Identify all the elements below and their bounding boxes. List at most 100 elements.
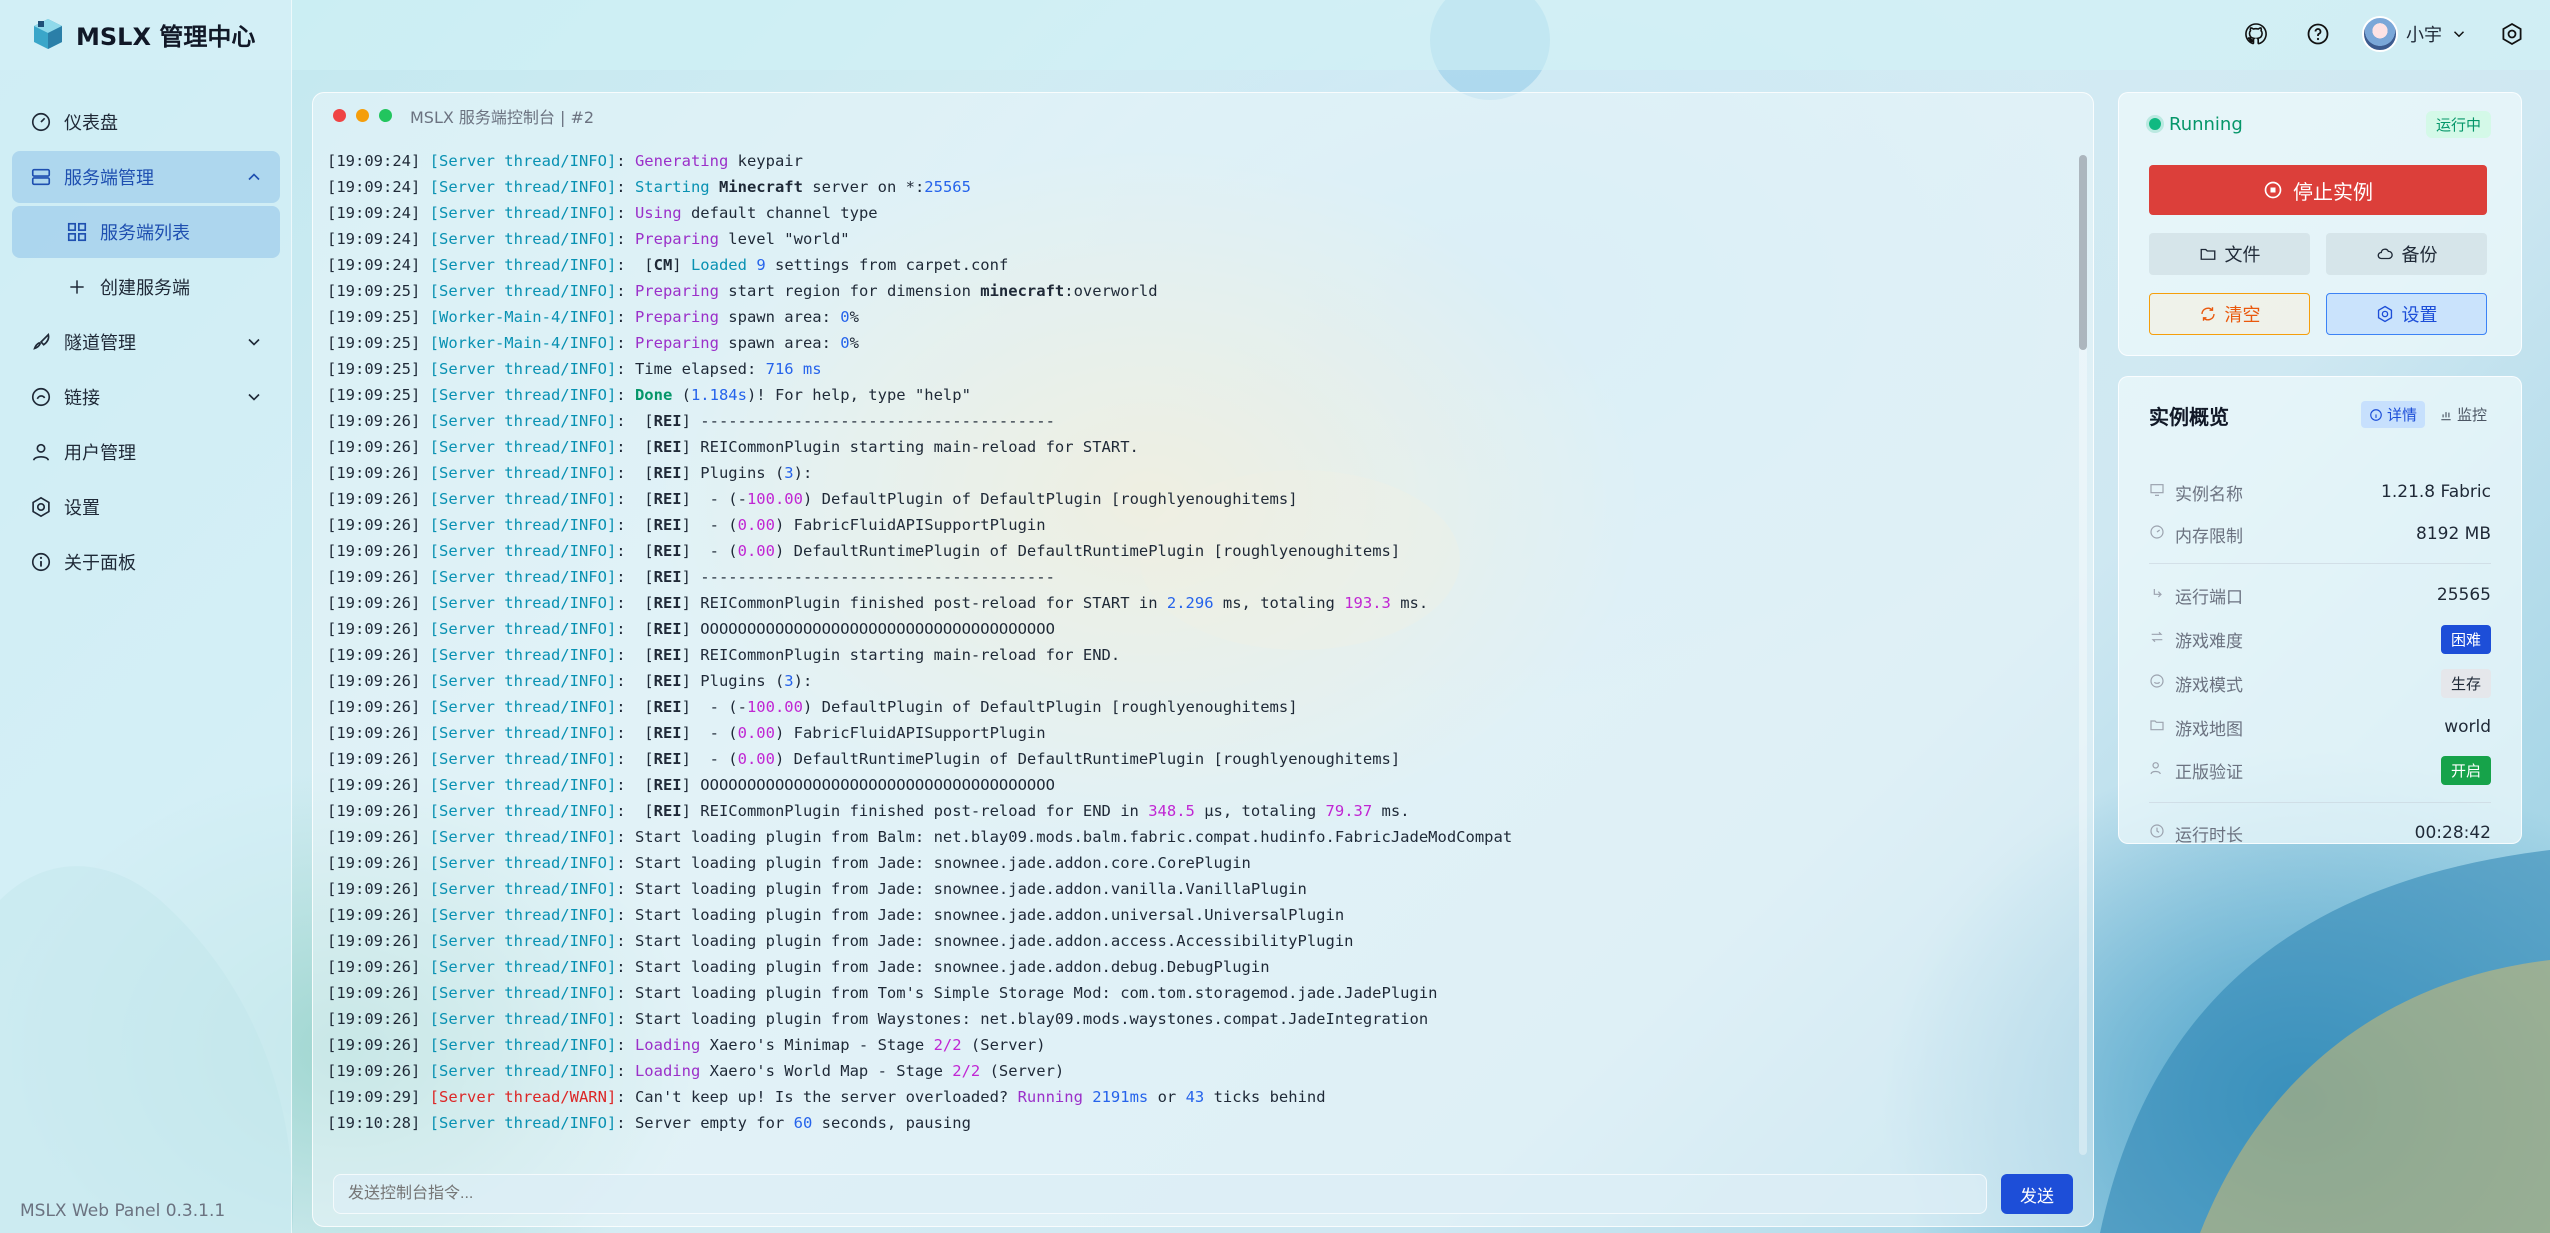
folder-icon [2149,717,2165,738]
sidebar-item-server-list[interactable]: 服务端列表 [12,206,280,258]
user-menu[interactable]: 小宇 [2362,16,2468,52]
console-line: [19:09:26] [Server thread/INFO]: [REI] -… [327,538,2073,564]
files-button[interactable]: 文件 [2149,233,2310,275]
info-icon [2370,408,2382,421]
console-segment: REI [653,412,682,430]
console-segment: ] OOOOOOOOOOOOOOOOOOOOOOOOOOOOOOOOOOOOOO [681,776,1055,794]
console-segment: (Server) [961,1036,1046,1054]
console-line: [19:09:26] [Server thread/INFO]: Start l… [327,954,2073,980]
console-segment: [Server thread/WARN] [429,1088,617,1106]
console-segment: [Server thread/INFO] [429,386,617,404]
console-line: [19:09:24] [Server thread/INFO]: Startin… [327,174,2073,200]
console-line: [19:09:26] [Server thread/INFO]: [REI] -… [327,408,2073,434]
sidebar-item-create-server[interactable]: 创建服务端 [12,261,280,313]
console-segment: [19:09:26] [327,880,430,898]
instance-status-panel: Running 运行中 停止实例 文件 备份 清空 设置 [2118,92,2522,356]
console-segment: 348.5 [1148,802,1195,820]
console-command-input[interactable] [333,1174,1987,1214]
console-segment: 2.296 [1166,594,1214,612]
console-line: [19:09:25] [Worker-Main-4/INFO]: Prepari… [327,304,2073,330]
settings-button[interactable]: 设置 [2326,293,2487,335]
console-segment: 0 [840,308,850,326]
overview-key-label: 运行端口 [2175,587,2243,608]
console-segment: 60 [793,1114,813,1132]
github-icon[interactable] [2238,16,2274,52]
console-segment: : Can't keep up! Is the server overloade… [616,1088,1018,1106]
console-segment: [Server thread/INFO] [429,828,617,846]
console-output[interactable]: [19:09:24] [Server thread/INFO]: Generat… [327,148,2073,1148]
sidebar-item-settings[interactable]: 设置 [12,481,280,533]
console-segment: settings from carpet.conf [765,256,1009,274]
console-segment: [Server thread/INFO] [429,958,617,976]
console-segment: [19:09:24] [327,152,430,170]
console-segment: [19:09:25] [327,334,430,352]
tab-detail[interactable]: 详情 [2360,401,2425,428]
console-segment: [Server thread/INFO] [429,256,617,274]
console-segment: Done [634,386,673,404]
sidebar-item-users[interactable]: 用户管理 [12,426,280,478]
console-scrollbar[interactable] [2079,155,2087,1155]
overview-key: 游戏模式 [2149,671,2243,696]
sidebar-item-label: 创建服务端 [100,278,190,299]
backup-button[interactable]: 备份 [2326,233,2487,275]
console-segment: Loaded [690,256,747,274]
console-title: MSLX 服务端控制台 | #2 [410,107,595,127]
sidebar-item-link[interactable]: 链接 [12,371,280,423]
sidebar-item-label: 链接 [64,388,100,409]
scrollbar-thumb[interactable] [2079,155,2087,350]
console-segment: [Server thread/INFO] [429,152,617,170]
console-segment: [19:09:26] [327,568,430,586]
console-segment: : [ [616,750,654,768]
stop-instance-button[interactable]: 停止实例 [2149,165,2487,215]
rocket-icon [30,331,52,353]
console-segment: : [ [616,542,654,560]
console-segment: 0.00 [737,750,775,768]
console-line: [19:09:24] [Server thread/INFO]: Prepari… [327,226,2073,252]
overview-row: 运行时长 00:28:42 [2149,818,2491,848]
console-segment: Xaero's World Map - Stage [700,1062,953,1080]
sidebar-item-about[interactable]: 关于面板 [12,536,280,588]
gear-icon [2377,305,2392,323]
console-segment: [19:09:26] [327,620,430,638]
clear-button[interactable]: 清空 [2149,293,2310,335]
dashboard-icon [30,111,52,133]
console-segment: ] Plugins ( [681,464,785,482]
overview-key: 游戏地图 [2149,715,2243,740]
send-button[interactable]: 发送 [2001,1174,2073,1214]
console-segment: [Server thread/INFO] [429,854,617,872]
sidebar-item-dashboard[interactable]: 仪表盘 [12,96,280,148]
console-segment: : [ [616,672,654,690]
overview-row: 游戏难度 困难 [2149,624,2491,654]
console-segment: 100.00 [746,698,803,716]
app-logo[interactable]: MSLX 管理中心 [30,16,255,52]
sidebar-item-label: 隧道管理 [64,333,136,354]
console-segment: ] REICommonPlugin starting main-reload f… [681,438,1139,456]
overview-key-label: 内存限制 [2175,526,2243,547]
cloud-icon [2377,248,2393,260]
help-icon[interactable] [2300,16,2336,52]
console-segment: ] -------------------------------------- [681,412,1055,430]
console-segment: seconds, pausing [812,1114,971,1132]
sidebar-item-tunnel[interactable]: 隧道管理 [12,316,280,368]
console-line: [19:09:26] [Server thread/INFO]: [REI] R… [327,798,2073,824]
console-segment: ) FabricFluidAPISupportPlugin [774,724,1046,742]
console-segment: [Server thread/INFO] [429,568,617,586]
tab-monitor[interactable]: 监控 [2431,401,2495,428]
info-icon [30,551,52,573]
console-segment: : [ [616,256,654,274]
console-segment: Loading [634,1062,701,1080]
gauge-icon [2149,524,2165,545]
console-segment: [19:09:26] [327,1062,430,1080]
sidebar-item-server-management[interactable]: 服务端管理 [12,151,280,203]
console-segment: start region for dimension [718,282,981,300]
console-segment: [19:09:26] [327,932,430,950]
console-segment: ) DefaultRuntimePlugin of DefaultRuntime… [774,750,1401,768]
console-segment: : [ [616,490,654,508]
console-segment: [19:09:26] [327,776,430,794]
console-segment: : [ [616,802,654,820]
console-segment: [19:09:24] [327,230,430,248]
console-segment: [Server thread/INFO] [429,646,617,664]
sidebar-item-label: 关于面板 [64,553,136,574]
gear-icon[interactable] [2494,16,2530,52]
console-segment: [19:09:26] [327,594,430,612]
